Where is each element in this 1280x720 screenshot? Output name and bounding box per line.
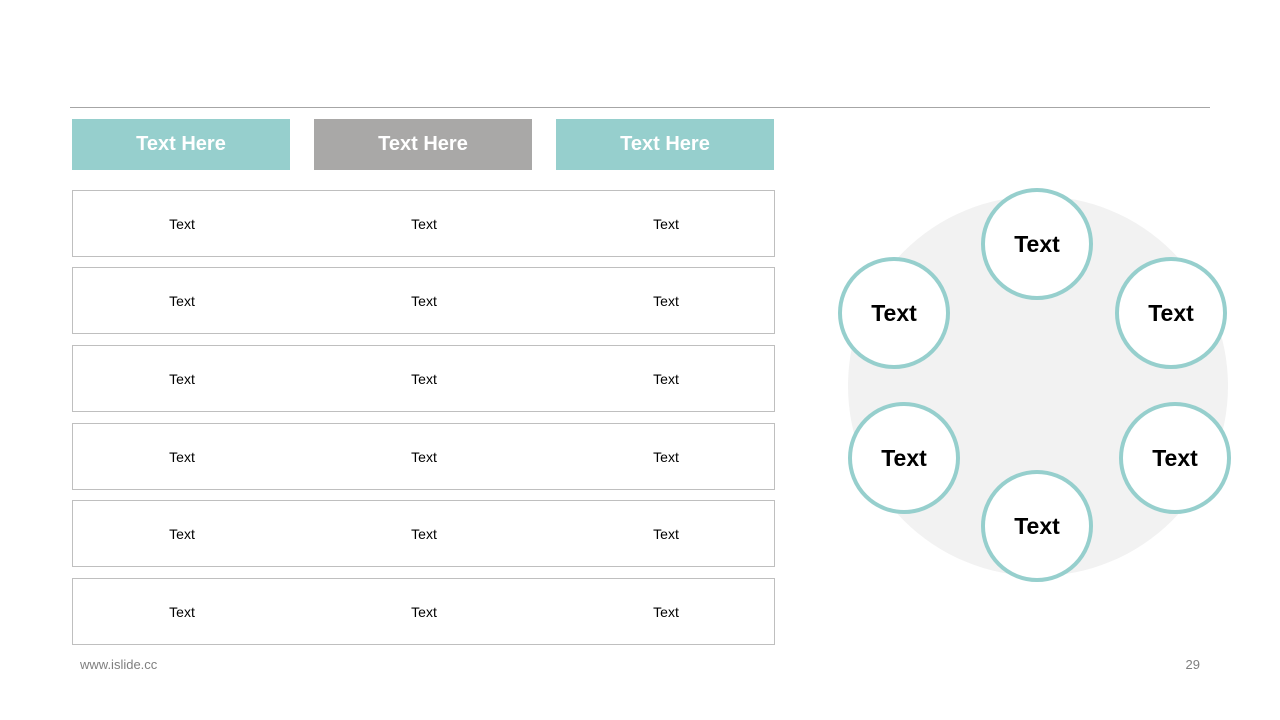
table-row: Text Text Text [72,423,775,490]
table-cell: Text [169,603,195,620]
table-cell: Text [411,603,437,620]
cycle-node-upper-left: Text [838,257,950,369]
table-cell: Text [169,525,195,542]
page-number: 29 [1185,657,1200,672]
table-row: Text Text Text [72,345,775,412]
table-row: Text Text Text [72,500,775,567]
table-cell: Text [411,215,437,232]
cycle-node-top: Text [981,188,1093,300]
cycle-node-bottom: Text [981,470,1093,582]
cycle-node-upper-right: Text [1115,257,1227,369]
table-cell: Text [411,525,437,542]
footer-website: www.islide.cc [80,657,158,672]
table-cell: Text [653,292,679,309]
table-cell: Text [653,603,679,620]
table-cell: Text [169,215,195,232]
column-header-2: Text Here [314,119,532,170]
column-header-3: Text Here [556,119,774,170]
top-divider [70,107,1210,108]
table-row: Text Text Text [72,190,775,257]
table-row: Text Text Text [72,578,775,645]
table-cell: Text [653,370,679,387]
table-cell: Text [411,292,437,309]
table-cell: Text [411,370,437,387]
table-row: Text Text Text [72,267,775,334]
table-cell: Text [169,370,195,387]
slide: Text Here Text Here Text Here Text Text … [0,0,1280,720]
table-cell: Text [169,448,195,465]
cycle-node-lower-left: Text [848,402,960,514]
cycle-node-lower-right: Text [1119,402,1231,514]
table-cell: Text [411,448,437,465]
column-header-1: Text Here [72,119,290,170]
table-cell: Text [653,525,679,542]
table-cell: Text [653,448,679,465]
table-cell: Text [169,292,195,309]
table-cell: Text [653,215,679,232]
